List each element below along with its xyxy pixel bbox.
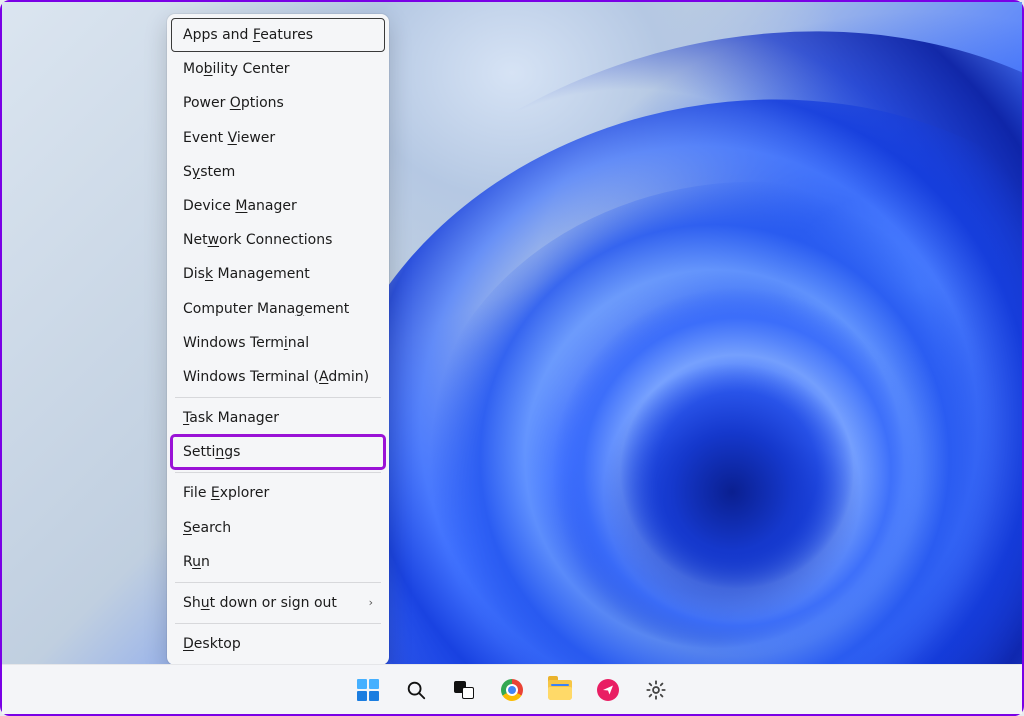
menu-item-label: File Explorer <box>183 484 269 502</box>
menu-item-task-manager[interactable]: Task Manager <box>171 401 385 435</box>
menu-item-label: Run <box>183 553 210 571</box>
taskbar-app-settings[interactable] <box>639 673 673 707</box>
chevron-right-icon: › <box>369 596 373 610</box>
task-view-button[interactable] <box>447 673 481 707</box>
menu-item-windows-terminal-admin[interactable]: Windows Terminal (Admin) <box>171 360 385 394</box>
chrome-icon <box>501 679 523 701</box>
menu-item-computer-management[interactable]: Computer Management <box>171 292 385 326</box>
menu-item-label: Computer Management <box>183 300 349 318</box>
menu-separator <box>175 397 381 398</box>
menu-item-label: Task Manager <box>183 409 279 427</box>
menu-item-label: Apps and Features <box>183 26 313 44</box>
menu-item-label: Power Options <box>183 94 284 112</box>
wallpaper-decor <box>592 352 872 632</box>
menu-item-run[interactable]: Run <box>171 545 385 579</box>
winx-context-menu: Apps and Features Mobility Center Power Op… <box>167 14 389 665</box>
menu-item-mobility-center[interactable]: Mobility Center <box>171 52 385 86</box>
search-icon <box>405 679 427 701</box>
menu-item-label: Desktop <box>183 635 241 653</box>
start-button[interactable] <box>351 673 385 707</box>
menu-item-label: Network Connections <box>183 231 332 249</box>
menu-item-windows-terminal[interactable]: Windows Terminal <box>171 326 385 360</box>
taskbar-app-chrome[interactable] <box>495 673 529 707</box>
task-view-icon <box>454 681 474 699</box>
folder-icon <box>548 680 572 700</box>
menu-item-device-manager[interactable]: Device Manager <box>171 189 385 223</box>
taskbar-app-pink[interactable] <box>591 673 625 707</box>
menu-item-event-viewer[interactable]: Event Viewer <box>171 121 385 155</box>
menu-item-settings[interactable]: Settings <box>171 435 385 469</box>
menu-item-search[interactable]: Search <box>171 511 385 545</box>
menu-item-file-explorer[interactable]: File Explorer <box>171 476 385 510</box>
desktop-wallpaper <box>2 2 1022 714</box>
menu-item-shut-down-or-sign-out[interactable]: Shut down or sign out › <box>171 586 385 620</box>
menu-item-label: Device Manager <box>183 197 297 215</box>
taskbar-app-file-explorer[interactable] <box>543 673 577 707</box>
menu-item-network-connections[interactable]: Network Connections <box>171 223 385 257</box>
menu-item-label: Event Viewer <box>183 129 275 147</box>
menu-item-label: Mobility Center <box>183 60 290 78</box>
menu-item-power-options[interactable]: Power Options <box>171 86 385 120</box>
menu-item-label: System <box>183 163 235 181</box>
menu-item-label: Shut down or sign out <box>183 594 337 612</box>
menu-separator <box>175 472 381 473</box>
taskbar <box>2 664 1022 714</box>
menu-item-disk-management[interactable]: Disk Management <box>171 257 385 291</box>
gear-icon <box>645 679 667 701</box>
menu-item-system[interactable]: System <box>171 155 385 189</box>
menu-separator <box>175 582 381 583</box>
menu-item-apps-and-features[interactable]: Apps and Features <box>171 18 385 52</box>
menu-item-desktop[interactable]: Desktop <box>171 627 385 661</box>
menu-item-label: Windows Terminal <box>183 334 309 352</box>
menu-item-label: Search <box>183 519 231 537</box>
menu-separator <box>175 623 381 624</box>
windows-logo-icon <box>357 679 379 701</box>
menu-item-label: Settings <box>183 443 240 461</box>
paper-plane-icon <box>597 679 619 701</box>
menu-item-label: Disk Management <box>183 265 310 283</box>
menu-item-label: Windows Terminal (Admin) <box>183 368 369 386</box>
taskbar-search-button[interactable] <box>399 673 433 707</box>
